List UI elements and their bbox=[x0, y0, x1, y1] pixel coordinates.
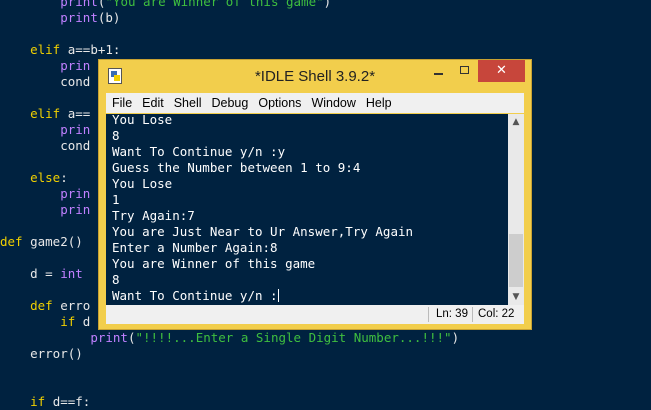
shell-output-line: 1 bbox=[112, 192, 120, 207]
menu-options[interactable]: Options bbox=[253, 93, 306, 113]
scroll-down-icon[interactable]: ▼ bbox=[508, 289, 524, 305]
code-line: elif a== bbox=[30, 106, 91, 121]
shell-output-line: Enter a Number Again:8 bbox=[112, 240, 278, 255]
code-line: prin bbox=[60, 58, 91, 73]
menu-window[interactable]: Window bbox=[306, 93, 360, 113]
code-line: if d bbox=[60, 314, 91, 329]
shell-output-line: Want To Continue y/n :y bbox=[112, 144, 286, 159]
scrollbar-thumb[interactable] bbox=[509, 234, 523, 287]
menu-help[interactable]: Help bbox=[361, 93, 397, 113]
code-line: print(b) bbox=[60, 10, 121, 25]
title-bar[interactable]: *IDLE Shell 3.9.2* ✕ bbox=[99, 60, 531, 93]
text-cursor bbox=[277, 289, 279, 302]
code-line: d = int bbox=[30, 266, 83, 281]
status-divider bbox=[428, 307, 429, 322]
shell-output-line: 8 bbox=[112, 272, 120, 287]
shell-output-line: 8 bbox=[112, 128, 120, 143]
minimize-icon bbox=[434, 73, 443, 75]
code-line: cond bbox=[60, 138, 91, 153]
menu-file[interactable]: File bbox=[106, 93, 137, 113]
menu-debug[interactable]: Debug bbox=[207, 93, 254, 113]
shell-output-line: Try Again:7 bbox=[112, 208, 195, 223]
minimize-button[interactable] bbox=[426, 60, 452, 82]
scroll-up-icon[interactable]: ▲ bbox=[508, 114, 524, 130]
code-line: prin bbox=[60, 122, 91, 137]
code-line: def game2() bbox=[0, 234, 83, 249]
shell-output-line: You are Just Near to Ur Answer,Try Again bbox=[112, 224, 414, 239]
code-line: elif a==b+1: bbox=[30, 42, 121, 57]
code-line: def erro bbox=[30, 298, 91, 313]
shell-output-line: You Lose bbox=[112, 176, 173, 191]
close-icon: ✕ bbox=[496, 63, 507, 78]
menu-shell[interactable]: Shell bbox=[169, 93, 207, 113]
shell-output-line: Guess the Number between 1 to 9:4 bbox=[112, 160, 361, 175]
code-line: print("You are Winner of this game") bbox=[60, 0, 332, 9]
code-line: if d==f: bbox=[30, 394, 91, 409]
close-button[interactable]: ✕ bbox=[478, 60, 525, 82]
code-line: cond bbox=[60, 74, 91, 89]
vertical-scrollbar[interactable]: ▲ ▼ bbox=[508, 114, 524, 305]
maximize-button[interactable] bbox=[452, 60, 478, 82]
maximize-icon bbox=[460, 66, 469, 74]
code-line: error() bbox=[30, 346, 83, 361]
code-line: prin bbox=[60, 186, 91, 201]
menu-bar: File Edit Shell Debug Options Window Help bbox=[106, 93, 524, 113]
shell-output-line: You Lose bbox=[112, 114, 173, 127]
idle-shell-window: *IDLE Shell 3.9.2* ✕ File Edit Shell Debug O… bbox=[98, 59, 532, 330]
status-line-number: Ln: 39 bbox=[436, 308, 468, 320]
status-column-number: Col: 22 bbox=[478, 308, 515, 320]
status-bar: Ln: 39 Col: 22 bbox=[106, 305, 524, 324]
code-line: prin bbox=[60, 202, 91, 217]
shell-output-line: You are Winner of this game bbox=[112, 256, 316, 271]
menu-edit[interactable]: Edit bbox=[137, 93, 169, 113]
shell-output-area[interactable]: You Lose 8 Want To Continue y/n :y Guess th… bbox=[106, 114, 508, 305]
code-line: else: bbox=[30, 170, 68, 185]
code-line: print("!!!!...Enter a Single Digit Numbe… bbox=[90, 330, 460, 345]
status-divider bbox=[472, 307, 473, 322]
shell-output-line: Want To Continue y/n : bbox=[112, 288, 279, 303]
